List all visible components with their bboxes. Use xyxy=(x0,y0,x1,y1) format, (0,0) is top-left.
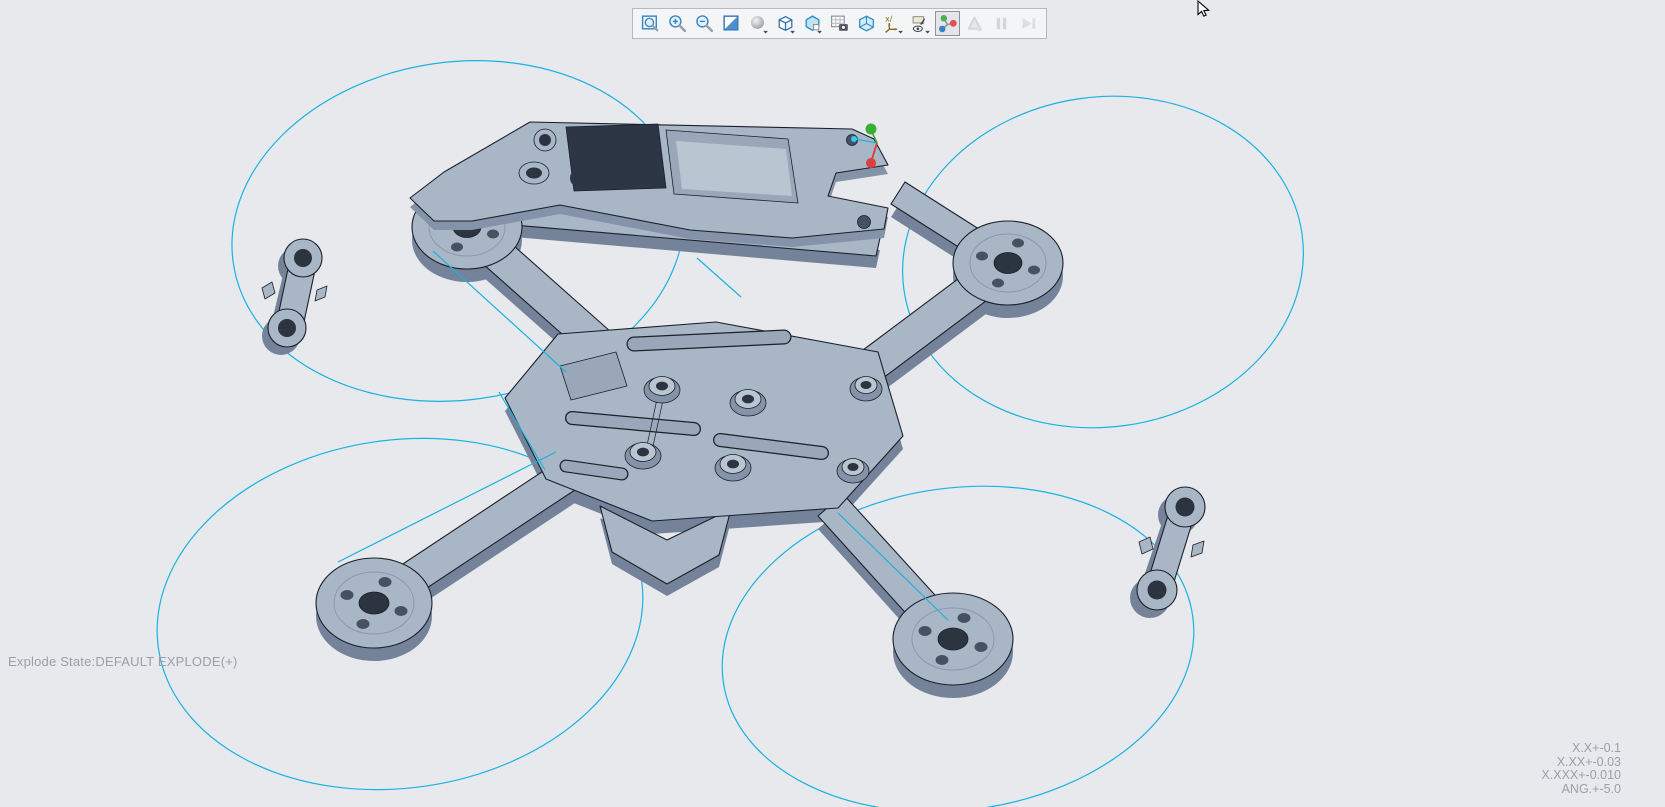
tolerance-line: X.XX+-0.03 xyxy=(1556,754,1621,769)
datum-display-button[interactable]: x/ xyxy=(881,11,906,36)
repaint-icon xyxy=(721,13,742,34)
handle-cyan-dot[interactable] xyxy=(851,136,857,142)
mouse-cursor xyxy=(1197,0,1211,17)
pause-button xyxy=(989,11,1014,36)
handle-red-ball[interactable] xyxy=(866,158,876,168)
graphics-area[interactable]: x/ Explode State:DEFAULT EXPLODE(+) X.X+… xyxy=(0,0,1665,807)
svg-text:x/: x/ xyxy=(885,14,893,23)
zoom-in-icon xyxy=(667,13,688,34)
motor-mount-top-right[interactable] xyxy=(952,220,1064,306)
tolerance-line: X.X+-0.1 xyxy=(1572,741,1621,755)
zoom-in-button[interactable] xyxy=(665,11,690,36)
step-forward-button xyxy=(1016,11,1041,36)
dogbone-bracket-right[interactable] xyxy=(1130,486,1206,618)
datum-display-icon: x/ xyxy=(883,13,904,34)
view-cube-button[interactable] xyxy=(854,11,879,36)
snapshot-button[interactable] xyxy=(827,11,852,36)
drone-frame-part[interactable] xyxy=(315,158,1064,698)
zoom-fit-icon xyxy=(640,13,661,34)
step-forward-icon xyxy=(1018,13,1039,34)
handle-green-ball[interactable] xyxy=(865,123,877,135)
annotation-display-button[interactable] xyxy=(908,11,933,36)
view-cube-icon xyxy=(856,13,877,34)
prop-circle-top-right[interactable] xyxy=(881,71,1325,454)
zoom-out-button[interactable] xyxy=(692,11,717,36)
shading-icon xyxy=(748,13,769,34)
explode-state-label: Explode State:DEFAULT EXPLODE(+) xyxy=(8,654,238,669)
zoom-fit-button[interactable] xyxy=(638,11,663,36)
zoom-out-icon xyxy=(694,13,715,34)
dogbone-bracket-left[interactable] xyxy=(261,238,328,355)
3d-viewport[interactable] xyxy=(0,0,1665,807)
pause-icon xyxy=(991,13,1012,34)
shading-button[interactable] xyxy=(746,11,771,36)
tolerance-line: X.XXX+-0.010 xyxy=(1541,768,1621,782)
motor-mount-bottom-left[interactable] xyxy=(315,557,433,649)
motor-mount-bottom-right[interactable] xyxy=(892,592,1014,686)
explode-icon xyxy=(937,13,958,34)
appearance-button[interactable] xyxy=(800,11,825,36)
appearance-icon xyxy=(802,13,823,34)
display-style-button[interactable] xyxy=(773,11,798,36)
explode-button[interactable] xyxy=(935,11,960,36)
simulate-button xyxy=(962,11,987,36)
tolerance-block: X.X+-0.1 X.XX+-0.03 X.XXX+-0.010 ANG.+-5… xyxy=(1541,741,1621,796)
annotation-display-icon xyxy=(910,13,931,34)
display-style-icon xyxy=(775,13,796,34)
simulate-icon xyxy=(964,13,985,34)
repaint-button[interactable] xyxy=(719,11,744,36)
snapshot-icon xyxy=(829,13,850,34)
tolerance-line: ANG.+-5.0 xyxy=(1561,781,1621,796)
graphics-toolbar: x/ xyxy=(632,8,1047,39)
